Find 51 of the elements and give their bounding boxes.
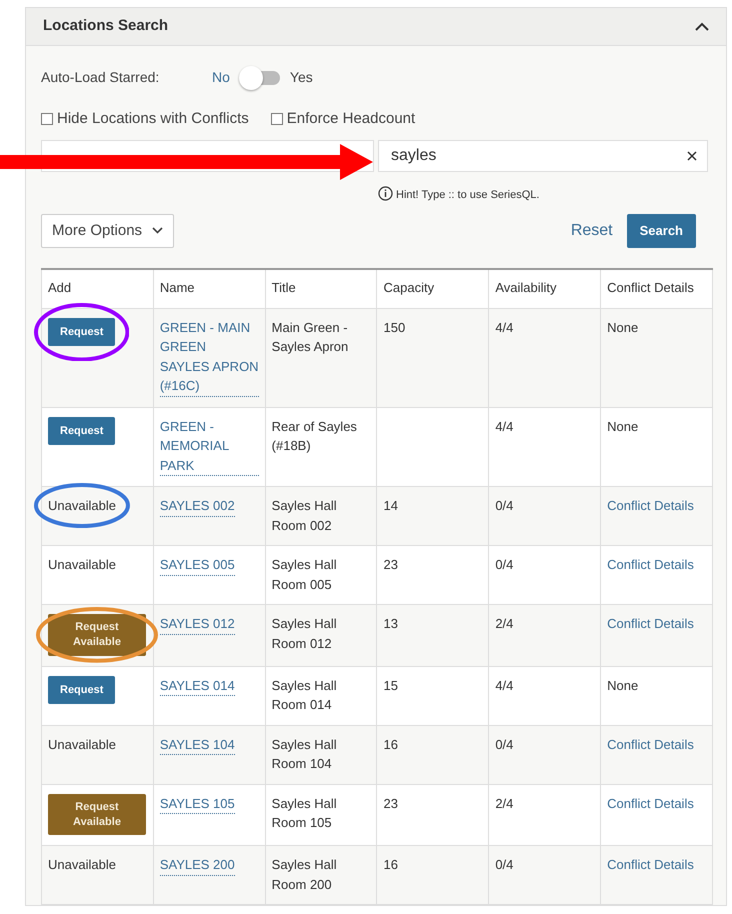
collapse-icon[interactable] (695, 22, 709, 31)
table-cell: 0/4 (488, 846, 601, 905)
table-cell: Sayles Hall Room 012 (265, 604, 377, 666)
table-cell: 4/4 (488, 666, 601, 726)
table-cell: 16 (376, 725, 489, 784)
table-cell: Main Green - Sayles Apron (265, 308, 377, 407)
unavailable-text: Unavailable (48, 498, 116, 513)
checkbox-label: Hide Locations with Conflicts (57, 108, 249, 128)
conflict-details-link[interactable]: Conflict Details (607, 616, 694, 631)
unavailable-text: Unavailable (48, 557, 116, 572)
request-available-button[interactable]: Request Available (48, 794, 146, 836)
conflict-details-link[interactable]: Conflict Details (607, 796, 694, 811)
toggle-option: No (212, 67, 230, 88)
toggle-option: Yes (290, 67, 313, 88)
unavailable-text: Unavailable (48, 736, 116, 752)
table-cell: 0/4 (488, 486, 601, 546)
conflict-details-link[interactable]: Conflict Details (607, 557, 694, 572)
table-cell: 13 (376, 604, 489, 666)
conflict-details-link[interactable]: Conflict Details (607, 498, 694, 513)
search-button[interactable]: Search (626, 214, 696, 248)
table-cell: 4/4 (488, 308, 601, 407)
table-cell: None (607, 418, 638, 434)
table-cell: 2/4 (488, 604, 601, 666)
table-cell: Sayles Hall Room 014 (265, 666, 377, 726)
table-cell: 14 (376, 486, 489, 546)
table-cell: 0/4 (488, 725, 601, 784)
request-available-button[interactable]: Request Available (48, 614, 146, 656)
table-cell: None (607, 678, 638, 693)
table-cell: 15 (376, 666, 489, 726)
clear-icon[interactable] (687, 151, 697, 161)
checkbox[interactable] (270, 112, 283, 125)
hint-text: Hint! Type :: to use SeriesQL. (396, 188, 540, 203)
table-cell: Sayles Hall Room 002 (265, 486, 377, 546)
search-field[interactable]: sayles (378, 140, 708, 172)
table-cell: 150 (376, 308, 489, 407)
table-cell: Sayles Hall Room 104 (265, 725, 377, 784)
checkbox[interactable] (41, 112, 53, 125)
request-button[interactable]: Request (48, 676, 116, 704)
more-options-button[interactable]: More Options (41, 214, 174, 248)
info-icon (378, 186, 393, 202)
table-cell: None (607, 320, 638, 334)
reset-link[interactable]: Reset (570, 218, 613, 243)
checkbox-label: Enforce Headcount (286, 108, 416, 128)
table-cell: 16 (376, 846, 489, 905)
caret-icon (152, 227, 164, 234)
panel-title: Locations Search (43, 16, 168, 36)
toggle-label: Auto-Load Starred: (41, 68, 160, 87)
unavailable-text: Unavailable (48, 857, 116, 872)
table-cell: Sayles Hall Room 200 (265, 846, 377, 905)
request-button[interactable]: Request (48, 416, 116, 445)
request-button[interactable]: Request (48, 318, 116, 346)
